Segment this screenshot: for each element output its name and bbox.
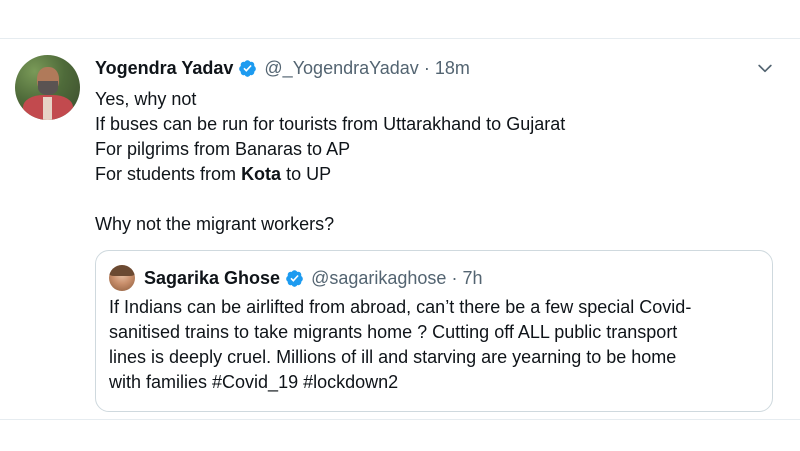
quoted-author-handle[interactable]: @sagarikaghose <box>311 268 446 289</box>
tweet-line: Why not the migrant workers? <box>95 214 335 234</box>
tweet-card[interactable]: Yogendra Yadav @_YogendraYadav · 18m Yes… <box>0 38 800 420</box>
separator-dot: · <box>423 57 430 78</box>
verified-badge-icon <box>286 269 303 287</box>
tweet-header: Yogendra Yadav @_YogendraYadav · 18m <box>95 57 470 79</box>
tweet-line-bold: Kota <box>241 164 282 184</box>
tweet-line: If buses can be run for tourists from Ut… <box>95 114 566 134</box>
tweet-line: For pilgrims from Banaras to AP <box>95 139 351 159</box>
avatar-beard <box>38 81 58 95</box>
chevron-down-icon[interactable] <box>755 58 775 78</box>
avatar-hair <box>109 265 135 276</box>
quoted-line: with families #Covid_19 #lockdown2 <box>109 372 399 392</box>
tweet-line-suffix: to UP <box>281 164 332 184</box>
quoted-line: sanitised trains to take migrants home ?… <box>109 322 678 342</box>
quoted-author-name[interactable]: Sagarika Ghose <box>144 268 280 289</box>
author-avatar[interactable] <box>15 55 80 120</box>
tweet-text: Yes, why not If buses can be run for tou… <box>95 87 775 237</box>
separator-dot: · <box>451 267 458 288</box>
author-name[interactable]: Yogendra Yadav <box>95 58 233 79</box>
tweet-timestamp[interactable]: 18m <box>435 58 470 79</box>
quoted-author-avatar[interactable] <box>109 265 135 291</box>
avatar-shirt-detail <box>43 97 52 120</box>
author-handle[interactable]: @_YogendraYadav <box>264 58 418 79</box>
tweet-line-prefix: For students from <box>95 164 242 184</box>
quoted-tweet[interactable]: Sagarika Ghose @sagarikaghose · 7h If In… <box>95 250 773 412</box>
tweet-line: For students from Kota to UP <box>95 162 775 187</box>
quoted-line: lines is deeply cruel. Millions of ill a… <box>109 347 677 367</box>
verified-badge-icon <box>239 59 257 77</box>
quoted-line: If Indians can be airlifted from abroad,… <box>109 297 692 317</box>
quoted-tweet-timestamp[interactable]: 7h <box>462 268 482 289</box>
quoted-tweet-header: Sagarika Ghose @sagarikaghose · 7h <box>144 267 482 289</box>
tweet-line: Yes, why not <box>95 89 197 109</box>
quoted-tweet-text: If Indians can be airlifted from abroad,… <box>109 295 759 395</box>
